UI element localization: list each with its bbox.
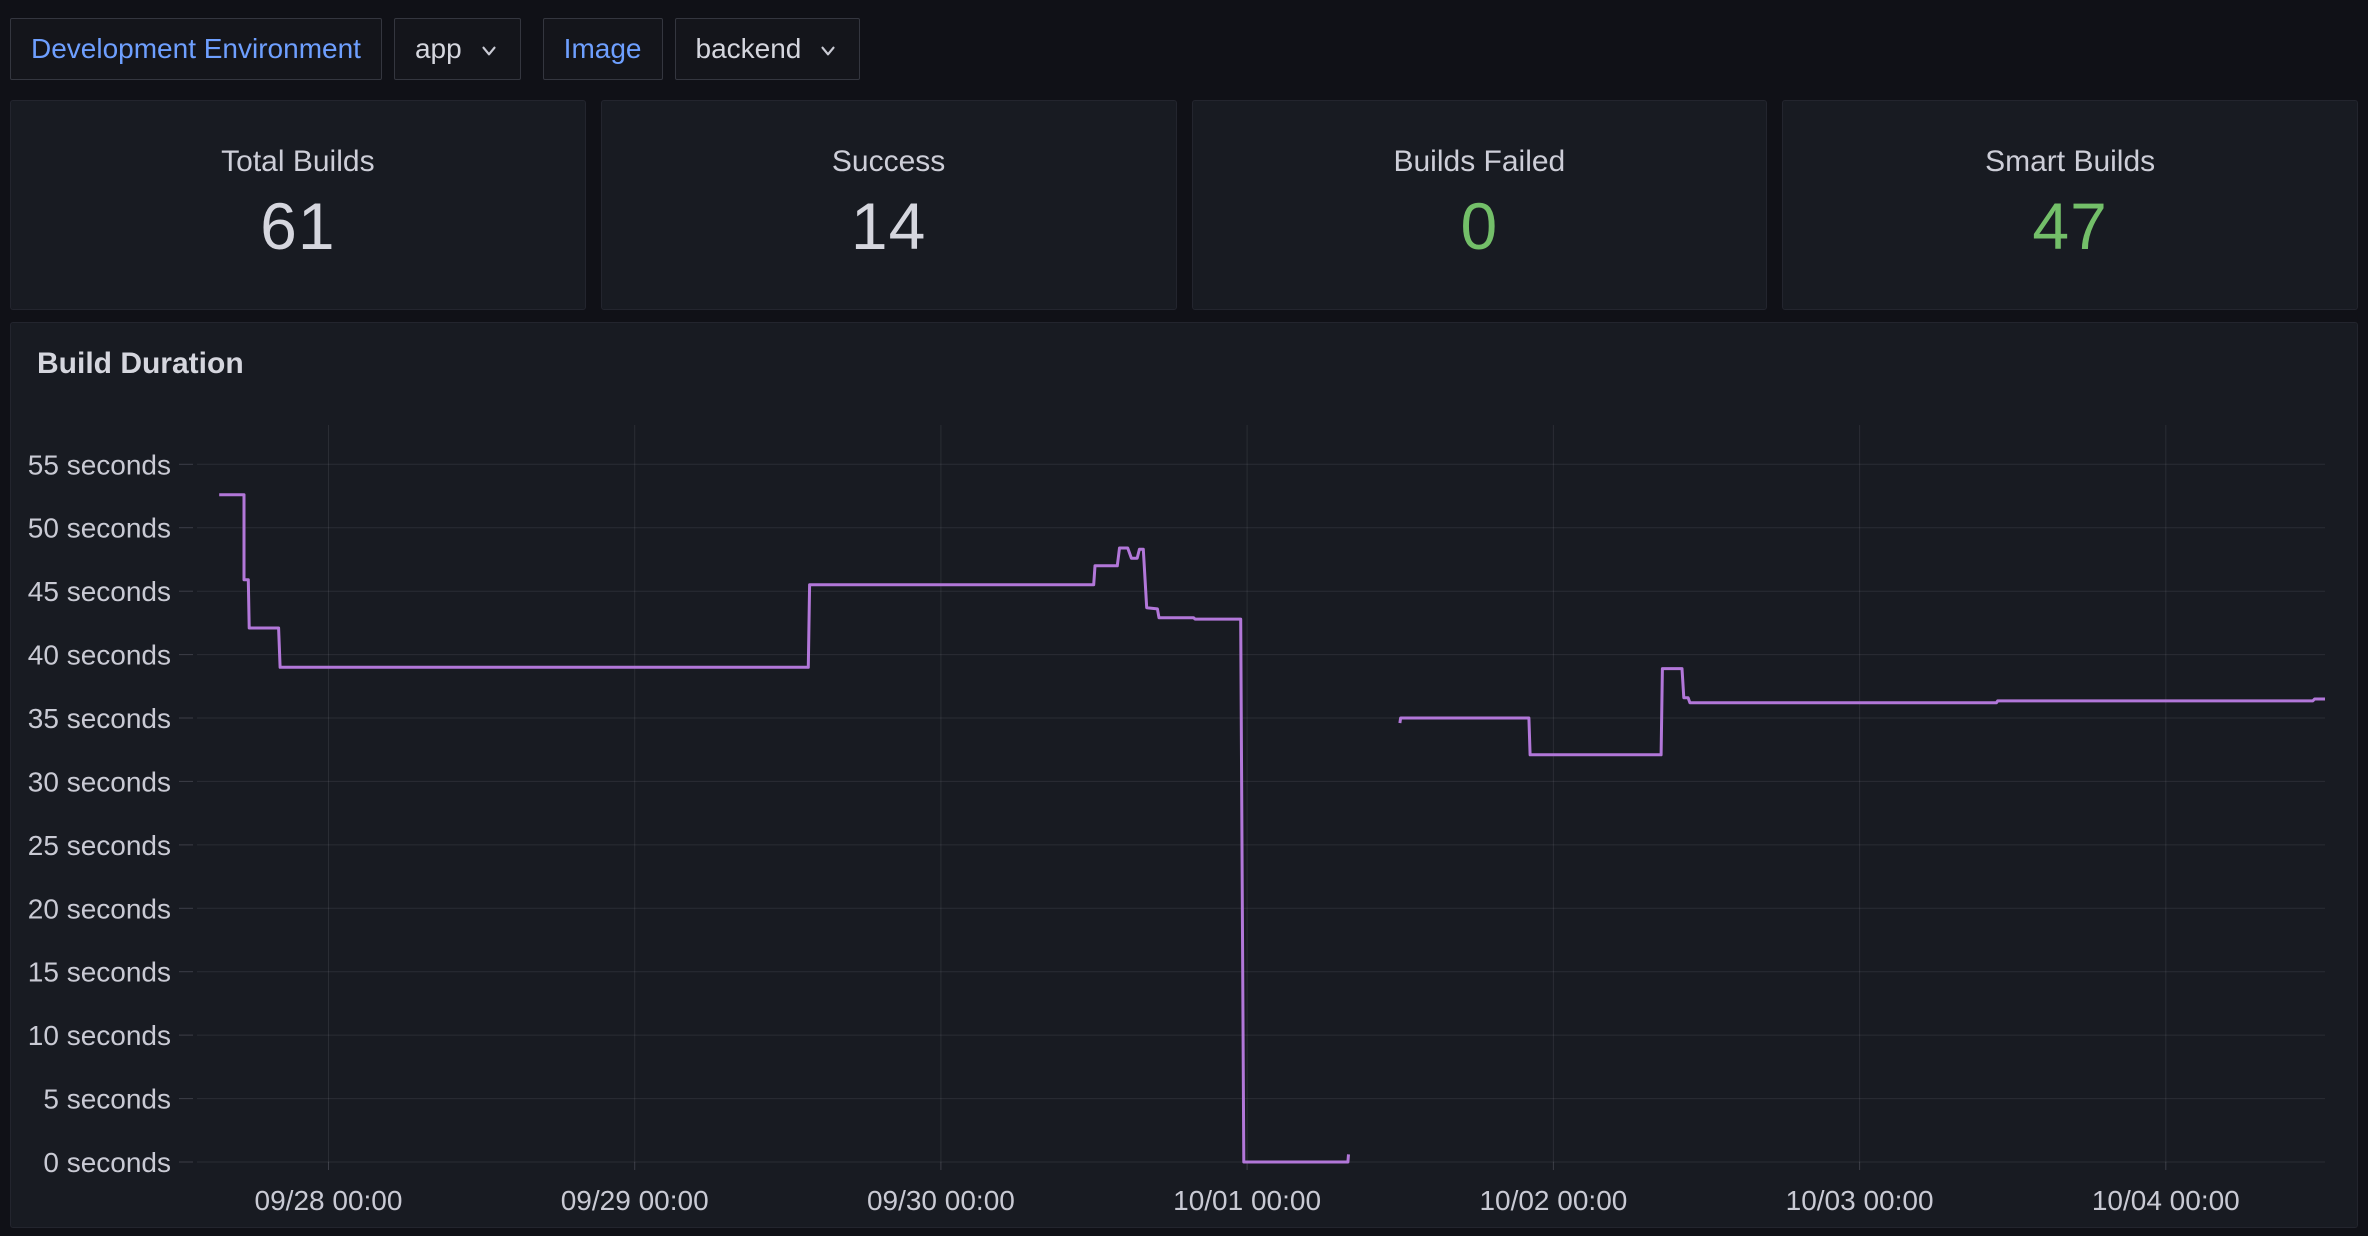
y-axis-label: 25 seconds xyxy=(28,830,171,861)
chevron-down-icon xyxy=(478,40,500,62)
stat-label: Builds Failed xyxy=(1393,145,1565,179)
variable-label-image[interactable]: Image xyxy=(543,18,663,80)
variable-label-development-environment[interactable]: Development Environment xyxy=(10,18,382,80)
stat-value: 47 xyxy=(2032,189,2107,265)
stat-value: 61 xyxy=(260,189,335,265)
y-axis-label: 35 seconds xyxy=(28,703,171,734)
y-axis-label: 50 seconds xyxy=(28,513,171,544)
stat-label: Smart Builds xyxy=(1985,145,2155,179)
variable-value-backend: backend xyxy=(696,35,802,63)
dashboard-controls: Development Environment app Image backen… xyxy=(10,18,2358,80)
stat-value: 14 xyxy=(851,189,926,265)
x-axis-label: 10/01 00:00 xyxy=(1173,1185,1321,1216)
stat-panel-success: Success 14 xyxy=(601,100,1177,310)
x-axis-label: 09/30 00:00 xyxy=(867,1185,1015,1216)
x-axis-label: 10/04 00:00 xyxy=(2092,1185,2240,1216)
x-axis-label: 10/02 00:00 xyxy=(1479,1185,1627,1216)
y-axis-label: 5 seconds xyxy=(43,1084,171,1115)
stat-panel-smart-builds: Smart Builds 47 xyxy=(1782,100,2358,310)
stat-panel-total-builds: Total Builds 61 xyxy=(10,100,586,310)
variable-picker-backend[interactable]: backend xyxy=(675,18,861,80)
series-line-build-duration xyxy=(219,495,2325,1162)
y-axis-label: 45 seconds xyxy=(28,576,171,607)
chevron-down-icon xyxy=(817,40,839,62)
build-duration-panel: Build Duration 0 seconds5 seconds10 seco… xyxy=(10,322,2358,1228)
y-axis-label: 20 seconds xyxy=(28,893,171,924)
variable-picker-app[interactable]: app xyxy=(394,18,521,80)
y-axis-label: 0 seconds xyxy=(43,1147,171,1178)
y-axis-label: 30 seconds xyxy=(28,766,171,797)
y-axis-label: 55 seconds xyxy=(28,449,171,480)
x-axis-label: 10/03 00:00 xyxy=(1786,1185,1934,1216)
variable-group-image: Image backend xyxy=(543,18,861,80)
stats-row: Total Builds 61 Success 14 Builds Failed… xyxy=(10,100,2358,310)
y-axis-label: 10 seconds xyxy=(28,1020,171,1051)
build-duration-chart[interactable]: 0 seconds 5 seconds 10 seconds 15 seconds 20… xyxy=(11,323,2359,1229)
x-axis-label: 09/29 00:00 xyxy=(561,1185,709,1216)
stat-label: Total Builds xyxy=(221,145,374,179)
variable-value-app: app xyxy=(415,35,462,63)
x-axis-label: 09/28 00:00 xyxy=(255,1185,403,1216)
stat-value: 0 xyxy=(1461,189,1499,265)
variable-group-app: Development Environment app xyxy=(10,18,521,80)
stat-label: Success xyxy=(832,145,945,179)
y-axis-label: 40 seconds xyxy=(28,640,171,671)
y-axis-label: 15 seconds xyxy=(28,957,171,988)
stat-panel-builds-failed: Builds Failed 0 xyxy=(1192,100,1768,310)
